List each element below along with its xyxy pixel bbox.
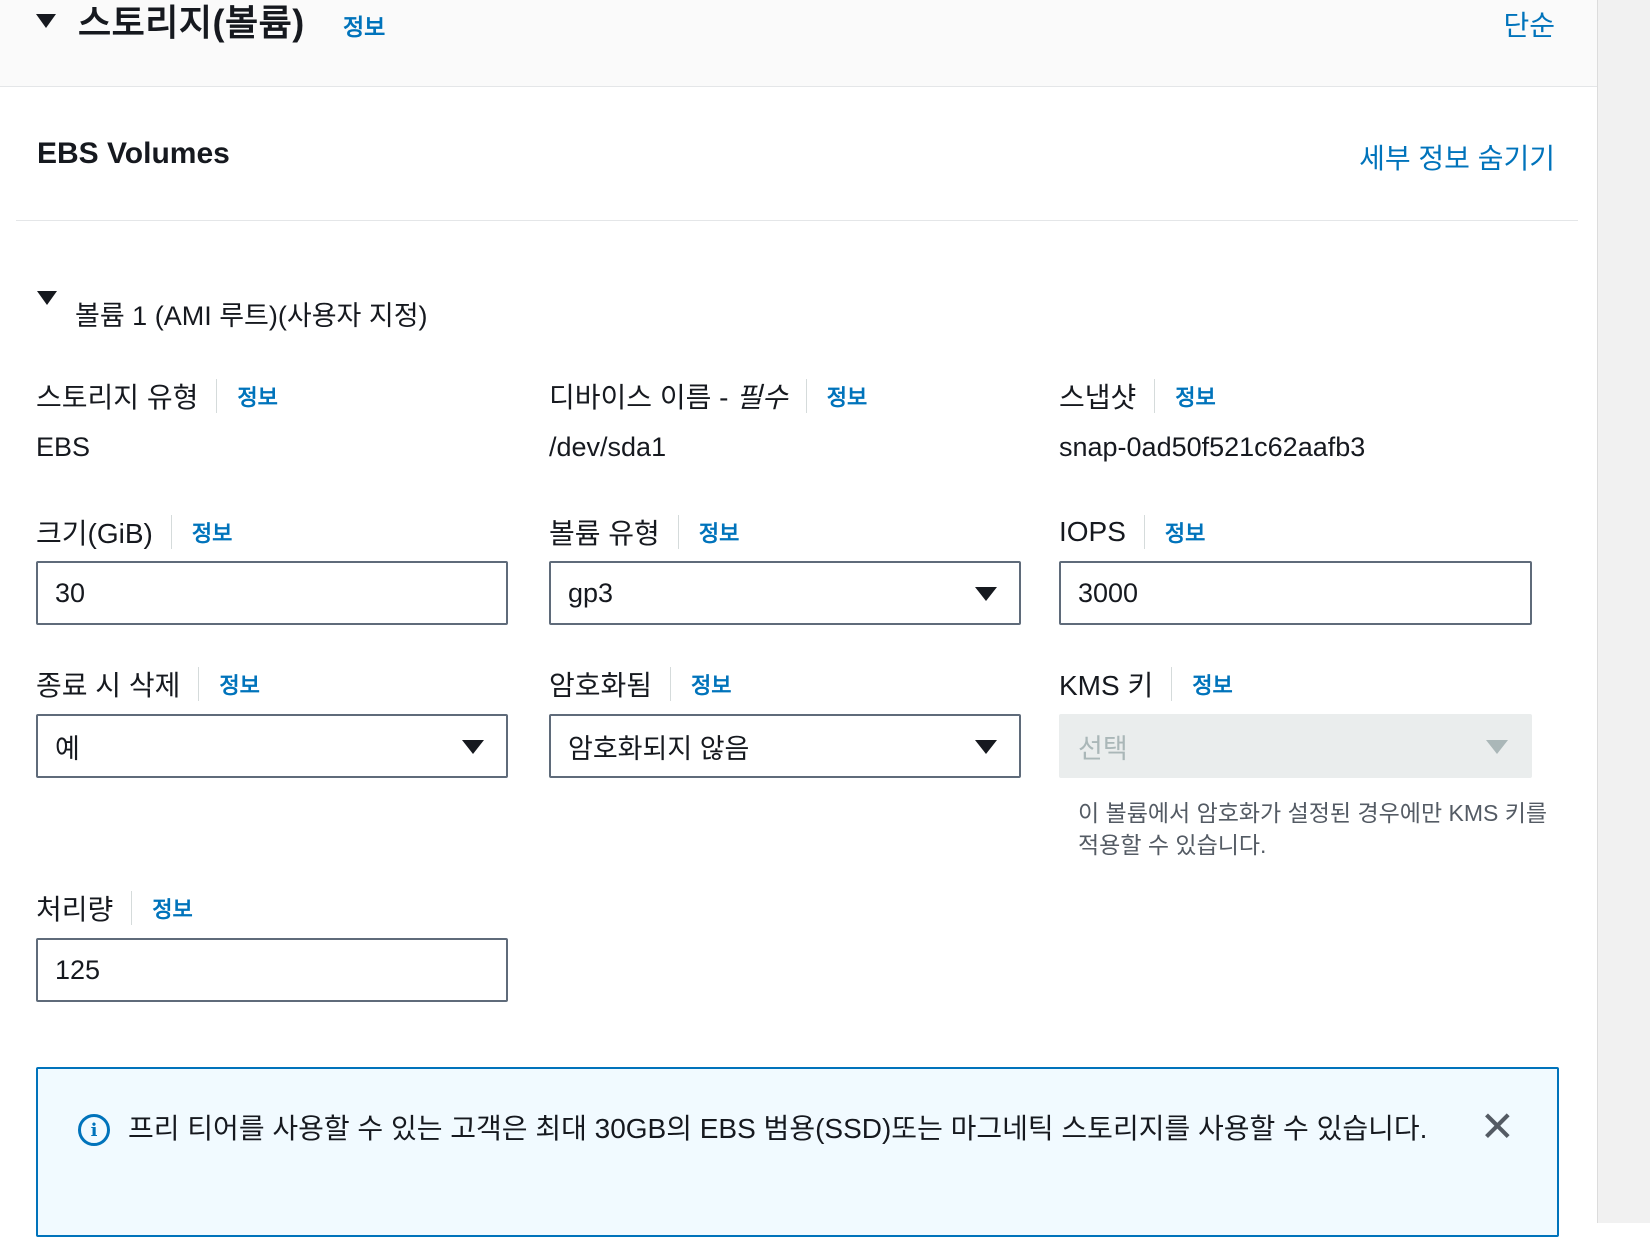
storage-type-label-text: 스토리지 유형 — [36, 382, 199, 413]
alert-message: 프리 티어를 사용할 수 있는 고객은 최대 30GB의 EBS 범용(SSD)… — [128, 1113, 1428, 1144]
size-label: 크기(GiB) 정보 — [36, 512, 232, 552]
storage-panel: 스토리지(볼륨) 정보 단순 EBS Volumes 세부 정보 숨기기 볼륨 … — [0, 0, 1597, 1237]
label-separator — [198, 667, 200, 701]
snapshot-label-text: 스냅샷 — [1059, 382, 1137, 413]
label-separator — [170, 515, 172, 549]
encrypted-label-text: 암호화됨 — [549, 670, 653, 701]
iops-input[interactable]: 3000 — [1059, 561, 1532, 625]
label-separator — [1154, 379, 1156, 413]
storage-section-header: 스토리지(볼륨) 정보 단순 — [0, 0, 1597, 87]
size-input-value: 30 — [55, 577, 86, 608]
delete-on-termination-label-text: 종료 시 삭제 — [36, 670, 181, 701]
label-separator — [131, 891, 133, 925]
size-input[interactable]: 30 — [36, 561, 508, 625]
kms-key-placeholder: 선택 — [1078, 733, 1128, 764]
kms-key-label-text: KMS 키 — [1059, 670, 1154, 701]
encrypted-selected-value: 암호화되지 않음 — [568, 733, 750, 764]
throughput-input[interactable]: 125 — [36, 938, 508, 1002]
storage-type-label: 스토리지 유형 정보 — [36, 376, 278, 416]
device-name-value: /dev/sda1 — [549, 432, 667, 462]
device-name-info-link[interactable]: 정보 — [827, 380, 867, 412]
size-info-link[interactable]: 정보 — [192, 516, 232, 548]
kms-key-info-link[interactable]: 정보 — [1192, 668, 1232, 700]
throughput-info-link[interactable]: 정보 — [152, 892, 192, 924]
ebs-volumes-title: EBS Volumes — [37, 137, 230, 170]
snapshot-label: 스냅샷 정보 — [1059, 376, 1216, 416]
collapse-caret-icon[interactable] — [36, 14, 56, 28]
section-info-link[interactable]: 정보 — [343, 8, 385, 42]
throughput-label: 처리량 정보 — [36, 888, 193, 928]
storage-type-value: EBS — [36, 432, 91, 462]
label-separator — [677, 515, 679, 549]
dropdown-arrow-icon — [975, 587, 997, 601]
volume-type-label: 볼륨 유형 정보 — [549, 512, 739, 552]
section-title: 스토리지(볼륨) — [78, 2, 305, 43]
label-separator — [216, 379, 218, 413]
dropdown-arrow-icon — [1486, 740, 1508, 754]
device-name-label-text: 디바이스 이름 - — [549, 382, 737, 413]
close-icon[interactable]: ✕ — [1480, 1105, 1515, 1149]
dropdown-arrow-icon — [975, 740, 997, 754]
throughput-input-value: 125 — [55, 954, 101, 985]
device-name-label: 디바이스 이름 - 필수 정보 — [549, 376, 867, 416]
iops-label: IOPS 정보 — [1059, 512, 1205, 552]
delete-on-termination-selected-value: 예 — [55, 733, 80, 764]
volume-collapse-caret-icon[interactable] — [37, 291, 57, 305]
delete-on-termination-info-link[interactable]: 정보 — [219, 668, 259, 700]
free-tier-alert: i 프리 티어를 사용할 수 있는 고객은 최대 30GB의 EBS 범용(SS… — [36, 1067, 1559, 1237]
snapshot-info-link[interactable]: 정보 — [1175, 380, 1215, 412]
volume-type-info-link[interactable]: 정보 — [699, 516, 739, 548]
encrypted-select[interactable]: 암호화되지 않음 — [549, 714, 1021, 778]
info-icon: i — [78, 1114, 110, 1146]
label-separator — [670, 667, 672, 701]
volume-type-select[interactable]: gp3 — [549, 561, 1021, 625]
required-marker: 필수 — [736, 382, 788, 413]
iops-input-value: 3000 — [1078, 577, 1139, 608]
encrypted-info-link[interactable]: 정보 — [691, 668, 731, 700]
label-separator — [1171, 667, 1173, 701]
label-separator — [1143, 515, 1145, 549]
label-separator — [805, 379, 807, 413]
delete-on-termination-select[interactable]: 예 — [36, 714, 508, 778]
snapshot-value: snap-0ad50f521c62aafb3 — [1059, 432, 1366, 462]
size-label-text: 크기(GiB) — [36, 518, 153, 549]
kms-key-hint: 이 볼륨에서 암호화가 설정된 경우에만 KMS 키를 적용할 수 있습니다. — [1078, 800, 1548, 858]
kms-key-select[interactable]: 선택 — [1059, 714, 1532, 778]
iops-info-link[interactable]: 정보 — [1165, 516, 1205, 548]
dropdown-arrow-icon — [462, 740, 484, 754]
encrypted-label: 암호화됨 정보 — [549, 664, 732, 704]
simple-view-link[interactable]: 단순 — [1503, 4, 1555, 44]
volume-title[interactable]: 볼륨 1 (AMI 루트)(사용자 지정) — [75, 294, 428, 333]
page-scrollbar[interactable] — [1597, 0, 1650, 1223]
iops-label-text: IOPS — [1059, 516, 1126, 547]
divider — [16, 220, 1578, 221]
storage-type-info-link[interactable]: 정보 — [237, 380, 277, 412]
throughput-label-text: 처리량 — [36, 894, 114, 925]
kms-key-label: KMS 키 정보 — [1059, 664, 1233, 704]
hide-details-link[interactable]: 세부 정보 숨기기 — [1359, 137, 1555, 177]
volume-type-label-text: 볼륨 유형 — [549, 518, 660, 549]
delete-on-termination-label: 종료 시 삭제 정보 — [36, 664, 260, 704]
volume-type-selected-value: gp3 — [568, 577, 614, 608]
